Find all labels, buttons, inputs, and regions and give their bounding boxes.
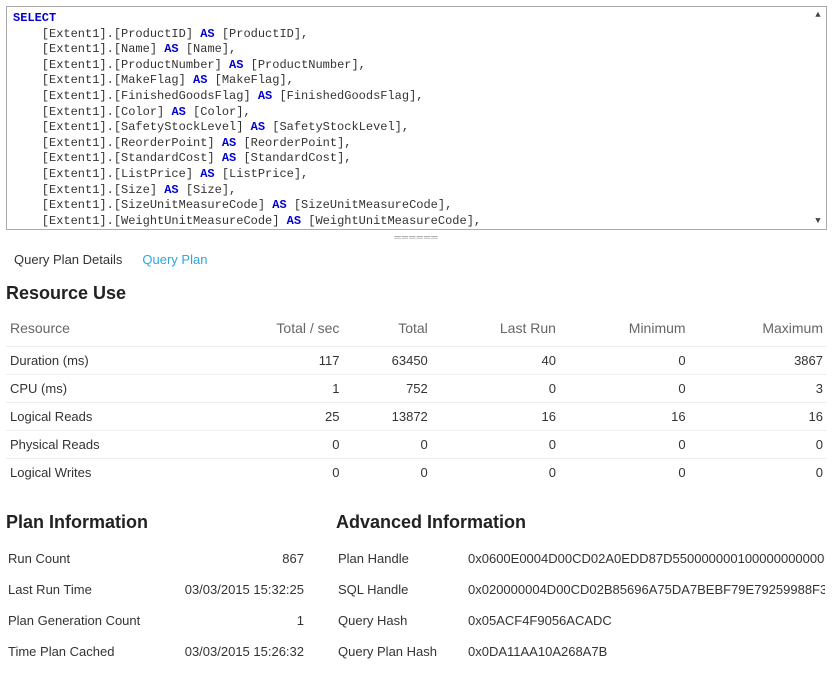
- cell-value: 13872: [343, 403, 431, 431]
- table-row: Physical Reads 0 0 0 0 0: [6, 431, 827, 459]
- col-total-sec: Total / sec: [201, 314, 343, 347]
- cell-value: 16: [690, 403, 827, 431]
- tab-query-plan-details[interactable]: Query Plan Details: [14, 252, 122, 267]
- scroll-down-icon[interactable]: ▼: [810, 213, 826, 229]
- cell-value: 40: [432, 347, 560, 375]
- cell-value: 0: [201, 431, 343, 459]
- cell-value: 3867: [690, 347, 827, 375]
- table-row: Logical Writes 0 0 0 0 0: [6, 459, 827, 487]
- cell-value: 0: [432, 431, 560, 459]
- cell-value: 0: [201, 459, 343, 487]
- advanced-information-panel: Advanced Information Plan Handle 0x0600E…: [336, 504, 827, 667]
- kv-row: Last Run Time 03/03/2015 15:32:25: [6, 574, 306, 605]
- kv-value: 1: [297, 613, 304, 628]
- cell-value: 0: [560, 459, 690, 487]
- kv-key: SQL Handle: [338, 582, 458, 597]
- kv-key: Plan Generation Count: [8, 613, 140, 628]
- kv-value: 03/03/2015 15:26:32: [185, 644, 304, 659]
- cell-value: 752: [343, 375, 431, 403]
- cell-resource: Duration (ms): [6, 347, 201, 375]
- sql-line: [Extent1].[SizeUnitMeasureCode] AS [Size…: [13, 198, 452, 212]
- kv-row: SQL Handle 0x020000004D00CD02B85696A75DA…: [336, 574, 827, 605]
- kv-value: 867: [282, 551, 304, 566]
- kv-key: Plan Handle: [338, 551, 458, 566]
- kv-key: Query Plan Hash: [338, 644, 458, 659]
- sql-line: [Extent1].[StandardCost] AS [StandardCos…: [13, 151, 351, 165]
- cell-value: 25: [201, 403, 343, 431]
- col-resource: Resource: [6, 314, 201, 347]
- cell-value: 3: [690, 375, 827, 403]
- cell-value: 16: [432, 403, 560, 431]
- sql-line: [Extent1].[ProductNumber] AS [ProductNum…: [13, 58, 366, 72]
- sql-line: [Extent1].[ReorderPoint] AS [ReorderPoin…: [13, 136, 351, 150]
- sql-line: [Extent1].[FinishedGoodsFlag] AS [Finish…: [13, 89, 423, 103]
- sql-line: [Extent1].[ListPrice] AS [ListPrice],: [13, 167, 308, 181]
- cell-value: 0: [432, 375, 560, 403]
- cell-value: 0: [343, 459, 431, 487]
- col-total: Total: [343, 314, 431, 347]
- sql-editor[interactable]: ▲ SELECT [Extent1].[ProductID] AS [Produc…: [6, 6, 827, 230]
- cell-value: 63450: [343, 347, 431, 375]
- table-row: CPU (ms) 1 752 0 0 3: [6, 375, 827, 403]
- sql-keyword-select: SELECT: [13, 11, 56, 25]
- resource-table: Resource Total / sec Total Last Run Mini…: [6, 314, 827, 486]
- cell-value: 0: [560, 347, 690, 375]
- kv-row: Plan Handle 0x0600E0004D00CD02A0EDD87D55…: [336, 543, 827, 574]
- col-last-run: Last Run: [432, 314, 560, 347]
- kv-value: 0x020000004D00CD02B85696A75DA7BEBF79E792…: [468, 582, 825, 597]
- table-row: Duration (ms) 117 63450 40 0 3867: [6, 347, 827, 375]
- cell-value: 16: [560, 403, 690, 431]
- sql-line: [Extent1].[Color] AS [Color],: [13, 105, 251, 119]
- kv-row: Plan Generation Count 1: [6, 605, 306, 636]
- kv-key: Time Plan Cached: [8, 644, 114, 659]
- kv-row: Query Plan Hash 0x0DA11AA10A268A7B: [336, 636, 827, 667]
- kv-value: 0x0600E0004D00CD02A0EDD87D55000000010000…: [468, 551, 825, 566]
- kv-key: Run Count: [8, 551, 70, 566]
- cell-value: 0: [560, 431, 690, 459]
- cell-resource: CPU (ms): [6, 375, 201, 403]
- cell-resource: Logical Reads: [6, 403, 201, 431]
- sql-line: [Extent1].[SafetyStockLevel] AS [SafetyS…: [13, 120, 409, 134]
- plan-information-heading: Plan Information: [6, 512, 306, 533]
- cell-resource: Physical Reads: [6, 431, 201, 459]
- cell-value: 0: [690, 459, 827, 487]
- sql-line: [Extent1].[Name] AS [Name],: [13, 42, 236, 56]
- cell-value: 0: [690, 431, 827, 459]
- kv-value: 0x05ACF4F9056ACADC: [468, 613, 825, 628]
- kv-key: Last Run Time: [8, 582, 92, 597]
- kv-value: 03/03/2015 15:32:25: [185, 582, 304, 597]
- resize-gripper-icon[interactable]: ══════: [6, 232, 827, 242]
- plan-information-panel: Plan Information Run Count 867 Last Run …: [6, 504, 306, 667]
- kv-value: 0x0DA11AA10A268A7B: [468, 644, 825, 659]
- kv-row: Query Hash 0x05ACF4F9056ACADC: [336, 605, 827, 636]
- tabs: Query Plan Details Query Plan: [6, 248, 827, 275]
- kv-key: Query Hash: [338, 613, 458, 628]
- sql-line: [Extent1].[MakeFlag] AS [MakeFlag],: [13, 73, 294, 87]
- advanced-information-heading: Advanced Information: [336, 512, 827, 533]
- sql-line: [Extent1].[WeightUnitMeasureCode] AS [We…: [13, 214, 481, 228]
- cell-value: 117: [201, 347, 343, 375]
- cell-value: 0: [432, 459, 560, 487]
- cell-value: 0: [560, 375, 690, 403]
- table-row: Logical Reads 25 13872 16 16 16: [6, 403, 827, 431]
- col-maximum: Maximum: [690, 314, 827, 347]
- kv-row: Run Count 867: [6, 543, 306, 574]
- tab-query-plan[interactable]: Query Plan: [142, 252, 207, 267]
- scroll-up-icon[interactable]: ▲: [810, 7, 826, 23]
- col-minimum: Minimum: [560, 314, 690, 347]
- cell-resource: Logical Writes: [6, 459, 201, 487]
- cell-value: 1: [201, 375, 343, 403]
- sql-line: [Extent1].[Size] AS [Size],: [13, 183, 236, 197]
- resource-use-heading: Resource Use: [6, 283, 827, 304]
- sql-line: [Extent1].[Weight] AS [Weight],: [13, 229, 265, 230]
- sql-line: [Extent1].[ProductID] AS [ProductID],: [13, 27, 308, 41]
- cell-value: 0: [343, 431, 431, 459]
- kv-row: Time Plan Cached 03/03/2015 15:26:32: [6, 636, 306, 667]
